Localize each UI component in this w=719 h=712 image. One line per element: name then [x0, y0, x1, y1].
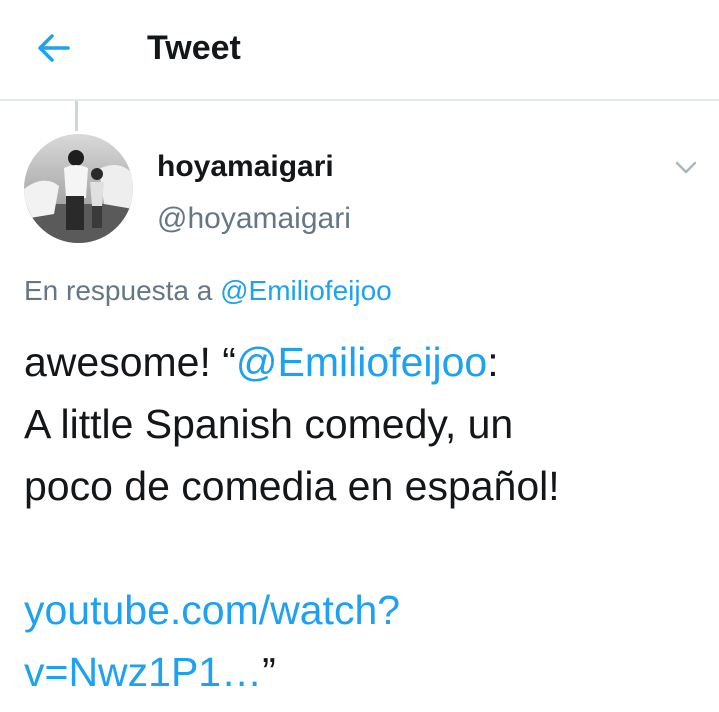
- arrow-left-icon: [38, 34, 70, 62]
- mention-link[interactable]: @Emiliofeijoo: [236, 339, 487, 385]
- tweet-line-5: youtube.com/watch?: [24, 579, 714, 641]
- tweet-line-6: v=Nwz1P1…”: [24, 641, 714, 703]
- display-name[interactable]: hoyamaigari: [157, 148, 334, 186]
- youtube-link[interactable]: youtube.com/watch?: [24, 587, 400, 633]
- reply-prefix: En respuesta a: [24, 275, 213, 306]
- tweet-line-2: A little Spanish comedy, un: [24, 401, 514, 447]
- page-title: Tweet: [147, 29, 241, 67]
- avatar[interactable]: [24, 134, 133, 243]
- chevron-down-icon: [675, 161, 697, 174]
- user-handle[interactable]: @hoyamaigari: [157, 200, 351, 238]
- tweet-line-1: awesome! “@Emiliofeijoo:: [24, 331, 714, 393]
- closing-quote: ”: [262, 649, 276, 695]
- tweet-menu-button[interactable]: [668, 150, 704, 186]
- tweet-line-3: poco de comedia en español!: [24, 463, 560, 509]
- top-bar: Tweet: [0, 0, 719, 101]
- back-button[interactable]: [30, 26, 78, 70]
- tweet-body: awesome! “@Emiliofeijoo: A little Spanis…: [24, 331, 714, 703]
- thread-connector-line: [75, 101, 78, 131]
- avatar-photo: [24, 134, 133, 243]
- reply-context: En respuesta a @Emiliofeijoo: [24, 272, 392, 310]
- youtube-link-continued[interactable]: v=Nwz1P1…: [24, 649, 262, 695]
- reply-mention-link[interactable]: @Emiliofeijoo: [220, 275, 392, 306]
- tweet-text-segment: awesome! “: [24, 339, 236, 385]
- tweet-text-segment: :: [487, 339, 499, 385]
